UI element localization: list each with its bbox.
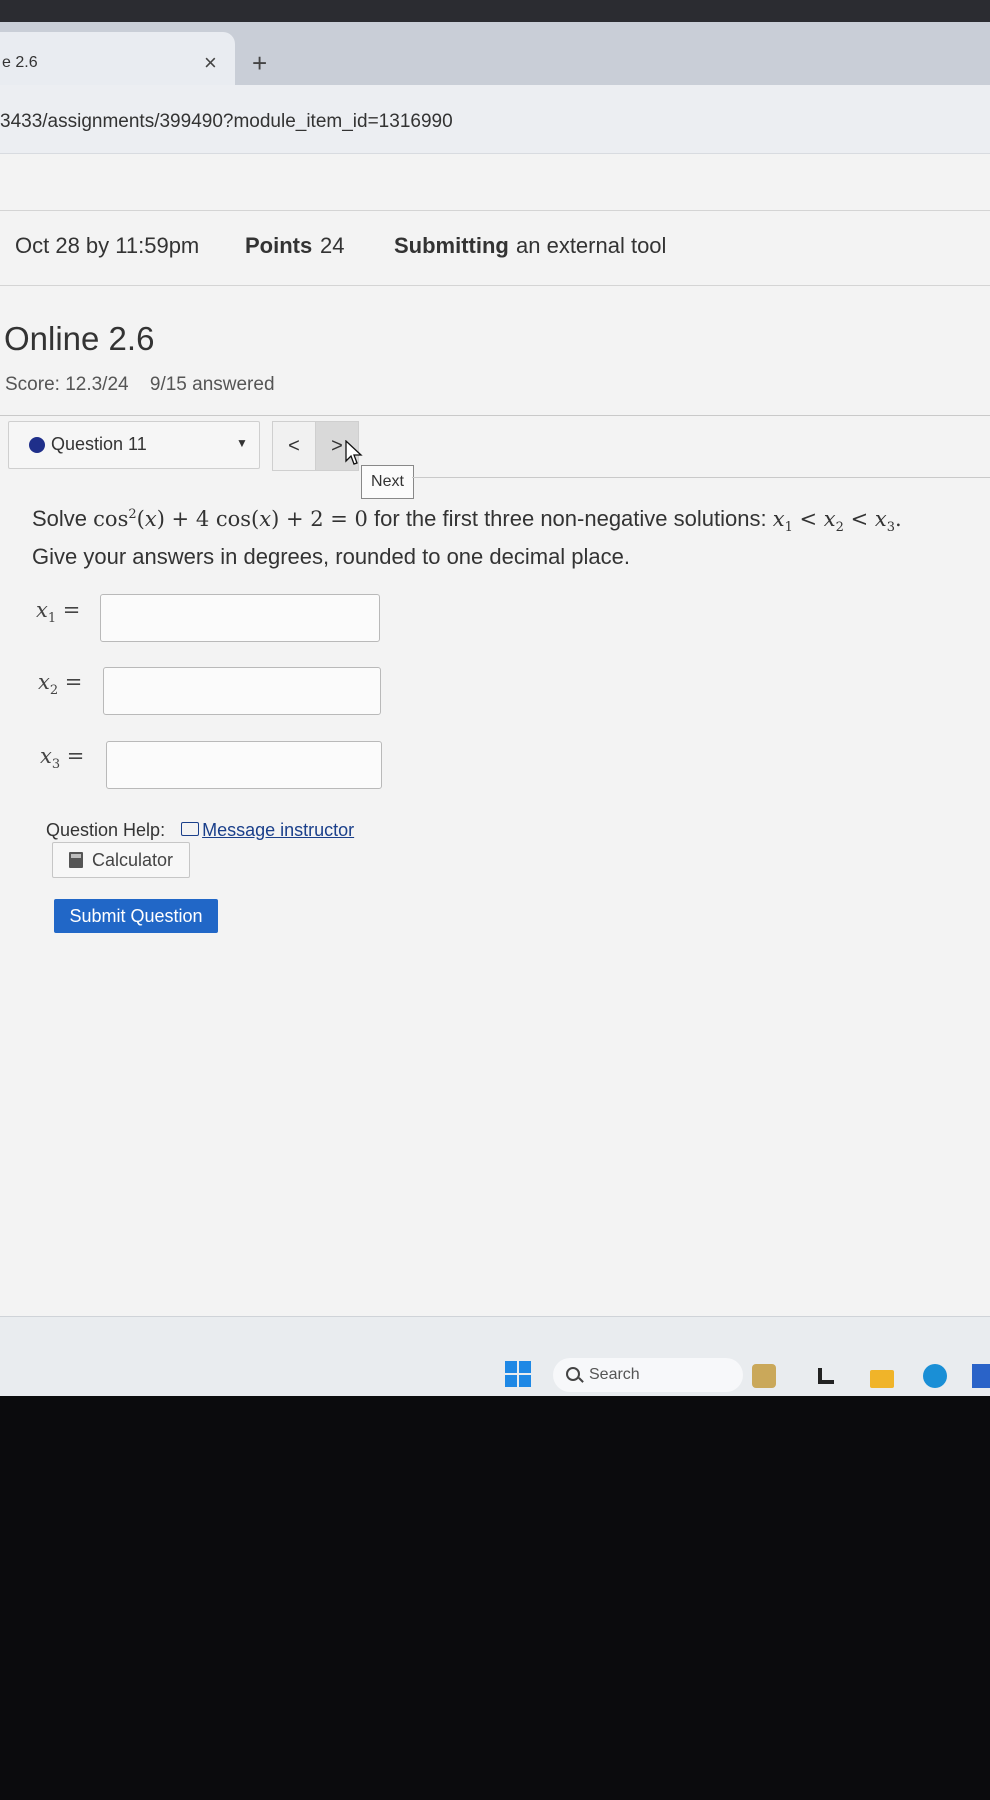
taskbar-search-placeholder: Search (589, 1366, 640, 1383)
calculator-button[interactable]: Calculator (52, 842, 190, 878)
submitting-value: an external tool (516, 233, 667, 258)
nav-divider (412, 477, 990, 478)
answer-input-x3[interactable] (106, 741, 382, 789)
calculator-icon (69, 852, 83, 868)
points-label: Points (245, 233, 313, 258)
tab-title: e 2.6 (2, 54, 38, 71)
question-status-dot-icon (29, 437, 45, 453)
question-select-label: Question 11 (51, 434, 147, 454)
search-icon (566, 1367, 580, 1381)
score-text: Score: 12.3/24 (5, 374, 129, 395)
browser-tab[interactable]: e 2.6 × (0, 32, 235, 85)
address-bar[interactable]: 3433/assignments/399490?module_item_id=1… (0, 85, 990, 154)
previous-question-button[interactable]: < (272, 421, 316, 471)
windows-taskbar: Search (0, 1316, 990, 1397)
question-help-label: Question Help: (46, 820, 166, 840)
score-line: Score: 12.3/24 9/15 answered (5, 374, 275, 396)
calculator-label: Calculator (92, 850, 174, 870)
divider (0, 415, 990, 416)
points-value: 24 (320, 233, 345, 258)
assignment-info-bar: Oct 28 by 11:59pm Points 24 Submitting a… (0, 210, 990, 286)
store-icon[interactable] (972, 1364, 990, 1388)
envelope-icon (181, 822, 200, 836)
ordering-inequality: x1 < x2 < x3. (772, 507, 902, 536)
answer-label-x2: x2 = (38, 670, 83, 699)
question-instructions: Give your answers in degrees, rounded to… (32, 544, 631, 570)
question-select[interactable]: Question 11 ▼ (8, 421, 260, 469)
submit-question-button[interactable]: Submit Question (54, 899, 218, 933)
due-date: Oct 28 by 11:59pm (15, 233, 200, 258)
chevron-down-icon: ▼ (236, 436, 248, 450)
answer-input-x2[interactable] (103, 667, 381, 715)
question-prefix: Solve (32, 506, 88, 531)
new-tab-icon[interactable]: + (252, 50, 267, 76)
windows-start-icon[interactable] (505, 1361, 531, 1387)
file-explorer-icon[interactable] (818, 1364, 834, 1388)
mouse-cursor-icon (345, 440, 363, 465)
browser-tab-bar: e 2.6 × + (0, 22, 990, 85)
answer-label-x3: x3 = (40, 744, 85, 773)
widgets-icon[interactable] (752, 1364, 776, 1388)
tab-close-icon[interactable]: × (204, 50, 217, 76)
answer-input-x1[interactable] (100, 594, 380, 642)
message-instructor-link[interactable]: Message instructor (202, 820, 354, 840)
edge-browser-icon[interactable] (923, 1364, 947, 1388)
answered-count: 9/15 answered (149, 374, 275, 395)
screen-top-bezel (0, 0, 990, 22)
folder-icon[interactable] (870, 1370, 894, 1388)
next-tooltip: Next (361, 465, 414, 499)
url-text[interactable]: 3433/assignments/399490?module_item_id=1… (0, 111, 453, 133)
page-title: Online 2.6 (4, 320, 155, 357)
question-text: Solve cos2(x) + 4 cos(x) + 2 = 0 for the… (32, 500, 972, 571)
equation: cos2(x) + 4 cos(x) + 2 = 0 (93, 507, 368, 531)
taskbar-search[interactable]: Search (553, 1358, 743, 1392)
submitting-label: Submitting (394, 233, 509, 258)
question-suffix: for the first three non-negative solutio… (374, 506, 767, 531)
answer-label-x1: x1 = (36, 598, 81, 627)
question-help: Question Help: Message instructor (46, 820, 354, 841)
screen-bottom-bezel (0, 1396, 990, 1800)
